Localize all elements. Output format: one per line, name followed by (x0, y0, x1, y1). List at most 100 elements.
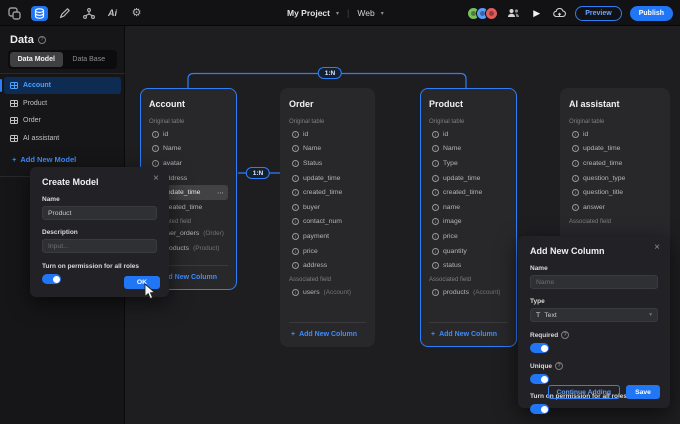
column-name-input[interactable] (530, 275, 658, 289)
add-new-model-button[interactable]: + Add New Model (12, 155, 76, 164)
field-list: i id i update_time i created_time i ques… (569, 127, 661, 215)
add-new-column-button[interactable]: + Add New Column (429, 322, 508, 341)
field-row[interactable]: i id (429, 127, 508, 142)
field-type-icon: i (432, 189, 439, 196)
preview-button[interactable]: Preview (575, 6, 621, 21)
field-row[interactable]: i payment (289, 229, 366, 244)
app-window: Ai ⚙ My Project ▾ | Web ▾ ▶ Preview P (0, 0, 680, 424)
field-row[interactable]: i update_time (429, 171, 508, 186)
permission-toggle[interactable] (42, 274, 61, 284)
project-switcher: My Project ▾ | Web ▾ (287, 0, 384, 26)
dialog-title: Add New Column (530, 246, 658, 256)
model-label: Account (23, 82, 51, 89)
model-label: Order (23, 117, 41, 124)
field-row[interactable]: i id (569, 127, 661, 142)
section-label: Associated field (289, 277, 366, 283)
field-type-icon: i (292, 218, 299, 225)
entity-card-product[interactable]: Product Original table i id i Name i Typ… (420, 88, 517, 347)
field-row[interactable]: i status (429, 258, 508, 273)
project-name[interactable]: My Project (287, 8, 330, 18)
save-button[interactable]: Save (626, 385, 660, 399)
ai-tool-icon[interactable]: Ai (105, 6, 120, 21)
entity-card-order[interactable]: Order Original table i id i Name i Statu… (280, 88, 375, 347)
field-row[interactable]: i address (289, 258, 366, 273)
field-type-icon: i (292, 145, 299, 152)
field-type-icon: i (152, 145, 159, 152)
field-row[interactable]: i Type (429, 156, 508, 171)
table-icon (10, 117, 18, 124)
help-icon[interactable]: ? (561, 331, 569, 339)
field-row[interactable]: i created_time (429, 185, 508, 200)
settings-gear-icon[interactable]: ⚙ (129, 6, 144, 21)
field-row[interactable]: i question_type (569, 171, 661, 186)
field-type-icon: i (432, 289, 439, 296)
relation-badge[interactable]: 1:N (246, 167, 270, 179)
table-icon (10, 100, 18, 107)
model-description-input[interactable] (42, 239, 157, 253)
field-row[interactable]: i id (149, 127, 228, 142)
field-row[interactable]: i Name (289, 142, 366, 157)
collaborators-icon[interactable] (506, 6, 521, 21)
field-type-icon: i (292, 233, 299, 240)
field-row[interactable]: i name (429, 200, 508, 215)
field-type-icon: i (432, 233, 439, 240)
design-pen-icon[interactable] (57, 6, 72, 21)
field-type-icon: i (432, 262, 439, 269)
sidebar-item-model[interactable]: Order (4, 112, 121, 129)
field-row[interactable]: i quantity (429, 244, 508, 259)
field-row[interactable]: i price (289, 244, 366, 259)
sidebar-item-model[interactable]: AI assistant (4, 130, 121, 147)
workflow-nodes-icon[interactable] (81, 6, 96, 21)
field-row[interactable]: i created_time (289, 185, 366, 200)
field-row[interactable]: i Name (429, 142, 508, 157)
logo-icon[interactable] (7, 6, 22, 21)
field-row[interactable]: i created_time (569, 156, 661, 171)
relation-badge[interactable]: 1:N (318, 67, 342, 79)
continue-adding-button[interactable]: Continue Adding (548, 385, 621, 399)
field-row[interactable]: i question_title (569, 185, 661, 200)
field-type-icon: i (292, 160, 299, 167)
tab-data-base[interactable]: Data Base (63, 52, 116, 67)
unique-toggle[interactable] (530, 374, 549, 384)
field-row[interactable]: i image (429, 215, 508, 230)
help-icon[interactable]: ? (38, 36, 46, 44)
close-icon[interactable]: × (153, 174, 159, 184)
add-new-column-button[interactable]: + Add New Column (289, 322, 366, 341)
field-row[interactable]: i buyer (289, 200, 366, 215)
column-type-select[interactable]: T Text ▾ (530, 308, 658, 322)
sidebar-item-model[interactable]: Product (4, 95, 121, 112)
associated-field-row[interactable]: i users (Account) (289, 285, 366, 300)
type-label: Type (530, 298, 658, 305)
field-row[interactable]: i update_time (569, 142, 661, 157)
deploy-cloud-icon[interactable] (552, 6, 567, 21)
field-row[interactable]: i id (289, 127, 366, 142)
chevron-down-icon[interactable]: ▾ (336, 10, 339, 17)
associated-field-row[interactable]: i products (Account) (429, 285, 508, 300)
run-play-icon[interactable]: ▶ (529, 6, 544, 21)
permission-toggle[interactable] (530, 404, 549, 414)
model-name-input[interactable] (42, 206, 157, 220)
close-icon[interactable]: × (654, 243, 660, 253)
field-row[interactable]: i contact_num (289, 215, 366, 230)
section-label: Original table (149, 119, 228, 125)
entity-title: Order (289, 99, 366, 109)
top-toolbar: Ai ⚙ My Project ▾ | Web ▾ ▶ Preview P (0, 0, 680, 26)
required-toggle[interactable] (530, 343, 549, 353)
platform-name[interactable]: Web (357, 8, 374, 18)
data-model-tool-icon[interactable] (31, 6, 48, 21)
field-type-icon: i (572, 175, 579, 182)
add-new-column-dialog: Add New Column × Name Type T Text ▾ Requ… (518, 236, 670, 408)
tab-data-model[interactable]: Data Model (10, 52, 63, 67)
more-icon[interactable]: ⋯ (217, 189, 225, 197)
field-row[interactable]: i update_time (289, 171, 366, 186)
publish-button[interactable]: Publish (630, 6, 673, 21)
help-icon[interactable]: ? (555, 362, 563, 370)
field-row[interactable]: i price (429, 229, 508, 244)
sidebar-item-model[interactable]: Account (4, 77, 121, 94)
field-row[interactable]: i Name (149, 142, 228, 157)
model-label: AI assistant (23, 135, 59, 142)
field-row[interactable]: i Status (289, 156, 366, 171)
field-row[interactable]: i answer (569, 200, 661, 215)
avatar[interactable] (485, 7, 498, 20)
chevron-down-icon[interactable]: ▾ (381, 10, 384, 17)
